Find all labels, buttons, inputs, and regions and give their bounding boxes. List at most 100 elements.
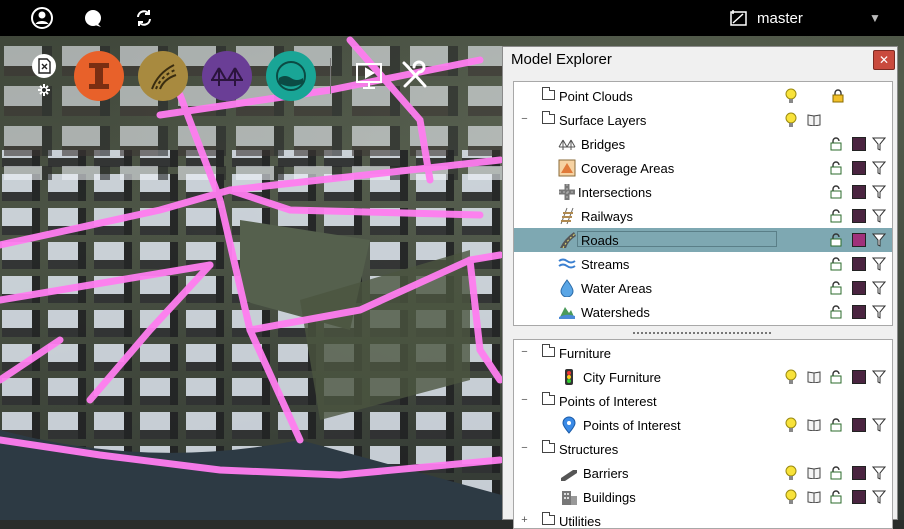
tree-item-label: Points of Interest: [583, 418, 681, 433]
filter-icon[interactable]: [872, 233, 886, 247]
close-button[interactable]: ✕: [873, 50, 895, 70]
chat-icon[interactable]: [81, 6, 105, 30]
layer-color-swatch[interactable]: [852, 137, 866, 151]
settings-icon[interactable]: [31, 53, 57, 97]
collapse-toggle[interactable]: −: [520, 395, 529, 406]
tools-icon[interactable]: [390, 51, 440, 101]
tree-item-utilities[interactable]: + Utilities: [514, 509, 892, 528]
unlock-icon[interactable]: [830, 281, 842, 295]
bridge-icon[interactable]: [202, 51, 252, 101]
filter-icon[interactable]: [872, 490, 886, 504]
unlock-icon[interactable]: [830, 418, 842, 432]
tree-item-streams[interactable]: Streams: [514, 252, 892, 276]
expand-toggle[interactable]: +: [520, 515, 529, 526]
book-icon[interactable]: [807, 371, 821, 383]
layer-tree-bottom[interactable]: − Furniture City Furniture − Points of I…: [513, 339, 893, 529]
layer-color-swatch[interactable]: [852, 305, 866, 319]
visibility-bulb-icon[interactable]: [785, 417, 797, 433]
tree-item-city-furniture[interactable]: City Furniture: [514, 365, 892, 389]
traffic-light-icon: [565, 369, 573, 385]
tree-item-surface-layers[interactable]: − Surface Layers: [514, 108, 892, 132]
filter-icon[interactable]: [872, 370, 886, 384]
water-icon[interactable]: [266, 51, 316, 101]
visibility-bulb-icon[interactable]: [785, 88, 797, 104]
filter-icon[interactable]: [872, 305, 886, 319]
tree-item-points-of-interest[interactable]: Points of Interest: [514, 413, 892, 437]
visibility-bulb-icon[interactable]: [785, 369, 797, 385]
tree-item-structures[interactable]: − Structures: [514, 437, 892, 461]
bridge-layer-icon: [558, 139, 576, 150]
collapse-toggle[interactable]: −: [520, 114, 529, 125]
filter-icon[interactable]: [872, 137, 886, 151]
tree-item-roads[interactable]: Roads: [514, 228, 892, 252]
filter-icon[interactable]: [872, 418, 886, 432]
tree-item-label: Intersections: [578, 185, 652, 200]
unlock-icon[interactable]: [830, 161, 842, 175]
filter-icon[interactable]: [872, 466, 886, 480]
folder-icon: [542, 392, 555, 405]
layer-color-swatch[interactable]: [852, 161, 866, 175]
collapse-toggle[interactable]: −: [520, 443, 529, 454]
tree-item-buildings[interactable]: Buildings: [514, 485, 892, 509]
folder-icon: [542, 512, 555, 525]
visibility-bulb-icon[interactable]: [785, 112, 797, 128]
tree-item-intersections[interactable]: Intersections: [514, 180, 892, 204]
layer-color-swatch[interactable]: [852, 257, 866, 271]
unlock-icon[interactable]: [830, 305, 842, 319]
unlock-icon[interactable]: [830, 185, 842, 199]
tree-item-watersheds[interactable]: Watersheds: [514, 300, 892, 324]
map-pin-icon: [562, 416, 576, 434]
layer-color-swatch[interactable]: [852, 209, 866, 223]
presentation-icon[interactable]: [344, 51, 394, 101]
lock-icon[interactable]: [832, 89, 844, 103]
unlock-icon[interactable]: [830, 137, 842, 151]
unlock-icon[interactable]: [830, 370, 842, 384]
filter-icon[interactable]: [872, 161, 886, 175]
layer-color-swatch[interactable]: [852, 490, 866, 504]
coverage-layer-icon: [558, 159, 576, 177]
book-icon[interactable]: [807, 114, 821, 126]
visibility-bulb-icon[interactable]: [785, 465, 797, 481]
visibility-bulb-icon[interactable]: [785, 489, 797, 505]
unlock-icon[interactable]: [830, 490, 842, 504]
layer-color-swatch[interactable]: [852, 281, 866, 295]
water-drop-icon: [560, 279, 574, 297]
filter-icon[interactable]: [872, 281, 886, 295]
pane-splitter[interactable]: [513, 330, 893, 336]
collapse-toggle[interactable]: −: [520, 347, 529, 358]
sync-icon[interactable]: [132, 6, 156, 30]
book-icon[interactable]: [807, 419, 821, 431]
layer-color-swatch[interactable]: [852, 185, 866, 199]
tree-item-railways[interactable]: Railways: [514, 204, 892, 228]
layer-color-swatch[interactable]: [852, 466, 866, 480]
unlock-icon[interactable]: [830, 233, 842, 247]
chevron-down-icon[interactable]: ▼: [869, 11, 881, 25]
filter-icon[interactable]: [872, 257, 886, 271]
unlock-icon[interactable]: [830, 466, 842, 480]
unlock-icon[interactable]: [830, 209, 842, 223]
filter-icon[interactable]: [872, 209, 886, 223]
unlock-icon[interactable]: [830, 257, 842, 271]
user-icon[interactable]: [30, 6, 54, 30]
layer-color-swatch[interactable]: [852, 370, 866, 384]
branch-name[interactable]: master: [757, 10, 803, 27]
layer-color-swatch[interactable]: [852, 233, 866, 247]
interstate-icon[interactable]: [74, 51, 124, 101]
filter-icon[interactable]: [872, 185, 886, 199]
road-icon[interactable]: [138, 51, 188, 101]
layer-tree-top[interactable]: Point Clouds − Surface Layers Bridges Co…: [513, 81, 893, 326]
tree-item-points-of-interest-group[interactable]: − Points of Interest: [514, 389, 892, 413]
tree-item-label: Points of Interest: [559, 394, 657, 409]
tree-item-label: Buildings: [583, 490, 636, 505]
tree-item-barriers[interactable]: Barriers: [514, 461, 892, 485]
folder-icon: [542, 440, 555, 453]
tree-item-water-areas[interactable]: Water Areas: [514, 276, 892, 300]
tree-item-coverage-areas[interactable]: Coverage Areas: [514, 156, 892, 180]
layer-color-swatch[interactable]: [852, 418, 866, 432]
book-icon[interactable]: [807, 467, 821, 479]
tree-item-furniture[interactable]: − Furniture: [514, 341, 892, 365]
book-icon[interactable]: [807, 491, 821, 503]
tree-item-point-clouds[interactable]: Point Clouds: [514, 84, 892, 108]
folder-icon: [542, 87, 555, 100]
tree-item-bridges[interactable]: Bridges: [514, 132, 892, 156]
